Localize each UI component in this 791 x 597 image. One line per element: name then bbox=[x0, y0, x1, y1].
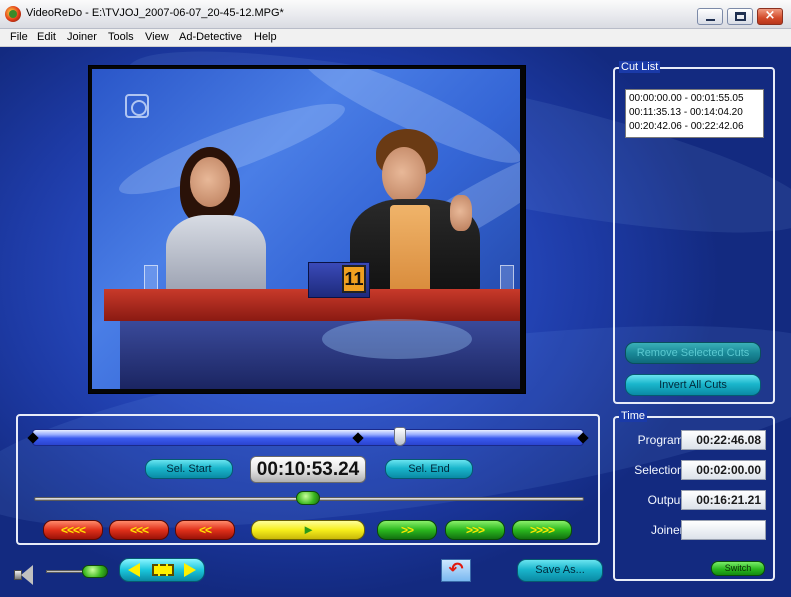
hand bbox=[450, 195, 472, 231]
timeline-playhead-handle[interactable] bbox=[394, 427, 406, 446]
videoredo-window: VideoReDo - E:\TVJOJ_2007-06-07_20-45-12… bbox=[0, 0, 791, 597]
rewind-fastest-button[interactable]: <<<< bbox=[43, 520, 103, 540]
time-panel: Time Program: 00:22:46.08 Selection: 00:… bbox=[613, 410, 775, 581]
cut-list-panel: Cut List 00:00:00.00 - 00:01:55.05 00:11… bbox=[613, 61, 775, 404]
desk-glow bbox=[322, 319, 472, 359]
rewind-button[interactable]: << bbox=[175, 520, 235, 540]
cut-list-item[interactable]: 00:11:35.13 - 00:14:04.20 bbox=[626, 106, 763, 120]
minimize-button[interactable] bbox=[697, 8, 723, 25]
shirt bbox=[166, 215, 266, 295]
menu-joiner[interactable]: Joiner bbox=[67, 31, 97, 43]
save-as-button[interactable]: Save As... bbox=[517, 559, 603, 582]
menu-tools[interactable]: Tools bbox=[108, 31, 134, 43]
undo-button[interactable]: ↶ bbox=[441, 559, 471, 582]
cut-list-title: Cut List bbox=[619, 61, 661, 73]
menu-ad-detective[interactable]: Ad-Detective bbox=[179, 31, 242, 43]
timeline-bar[interactable] bbox=[32, 429, 584, 446]
navigation-panel: Sel. Start 00:10:53.24 Sel. End <<<< <<<… bbox=[16, 414, 600, 545]
play-button[interactable]: ► bbox=[251, 520, 365, 540]
rewind-fast-button[interactable]: <<< bbox=[109, 520, 169, 540]
cut-list-item[interactable]: 00:20:42.06 - 00:22:42.06 bbox=[626, 120, 763, 134]
speaker-icon[interactable] bbox=[12, 564, 38, 586]
shirt bbox=[390, 205, 430, 295]
maximize-icon bbox=[735, 12, 746, 21]
cut-list[interactable]: 00:00:00.00 - 00:01:55.05 00:11:35.13 - … bbox=[625, 89, 764, 138]
joiner-time-value bbox=[681, 520, 766, 540]
forward-fast-button[interactable]: >>> bbox=[445, 520, 505, 540]
program-label: Program: bbox=[637, 433, 687, 447]
frame-forward-arrow-icon[interactable] bbox=[184, 563, 196, 577]
forward-fastest-button[interactable]: >>>> bbox=[512, 520, 572, 540]
selection-label: Selection: bbox=[634, 463, 687, 477]
current-timecode: 00:10:53.24 bbox=[250, 456, 366, 483]
main-area: 11 Cut List 00:00:00.00 - 00:01:55.05 00… bbox=[0, 47, 791, 597]
program-time-value: 00:22:46.08 bbox=[681, 430, 766, 450]
seek-slider-thumb[interactable] bbox=[296, 491, 320, 505]
menu-help[interactable]: Help bbox=[254, 31, 277, 43]
face bbox=[190, 157, 230, 207]
film-strip-icon bbox=[152, 564, 174, 576]
forward-button[interactable]: >> bbox=[377, 520, 437, 540]
invert-all-cuts-button[interactable]: Invert All Cuts bbox=[625, 374, 761, 396]
remove-selected-cuts-button[interactable]: Remove Selected Cuts bbox=[625, 342, 761, 364]
podium-number: 11 bbox=[342, 265, 366, 293]
window-title: VideoReDo - E:\TVJOJ_2007-06-07_20-45-12… bbox=[26, 7, 284, 19]
channel-logo-icon bbox=[125, 94, 149, 118]
menu-file[interactable]: File bbox=[10, 31, 28, 43]
close-icon: × bbox=[764, 8, 776, 23]
volume-slider-thumb[interactable] bbox=[82, 565, 108, 578]
frame-step-button[interactable] bbox=[119, 558, 205, 582]
switch-button[interactable]: Switch bbox=[711, 561, 765, 576]
video-preview[interactable]: 11 bbox=[88, 65, 526, 394]
selection-start-button[interactable]: Sel. Start bbox=[145, 459, 233, 479]
video-frame-image: 11 bbox=[92, 69, 520, 389]
cut-list-item[interactable]: 00:00:00.00 - 00:01:55.05 bbox=[626, 92, 763, 106]
close-button[interactable]: × bbox=[757, 8, 783, 25]
menu-bar: File Edit Joiner Tools View Ad-Detective… bbox=[0, 29, 791, 47]
frame-back-arrow-icon[interactable] bbox=[128, 563, 140, 577]
selection-end-button[interactable]: Sel. End bbox=[385, 459, 473, 479]
menu-edit[interactable]: Edit bbox=[37, 31, 56, 43]
undo-arrow-icon: ↶ bbox=[448, 559, 464, 580]
face bbox=[382, 147, 426, 203]
maximize-button[interactable] bbox=[727, 8, 753, 25]
speaker-cone bbox=[21, 565, 33, 585]
app-logo-icon bbox=[5, 6, 21, 22]
menu-view[interactable]: View bbox=[145, 31, 169, 43]
time-title: Time bbox=[619, 410, 648, 422]
selection-time-value: 00:02:00.00 bbox=[681, 460, 766, 480]
title-bar[interactable]: VideoReDo - E:\TVJOJ_2007-06-07_20-45-12… bbox=[0, 0, 791, 29]
minimize-icon bbox=[706, 19, 715, 21]
output-time-value: 00:16:21.21 bbox=[681, 490, 766, 510]
